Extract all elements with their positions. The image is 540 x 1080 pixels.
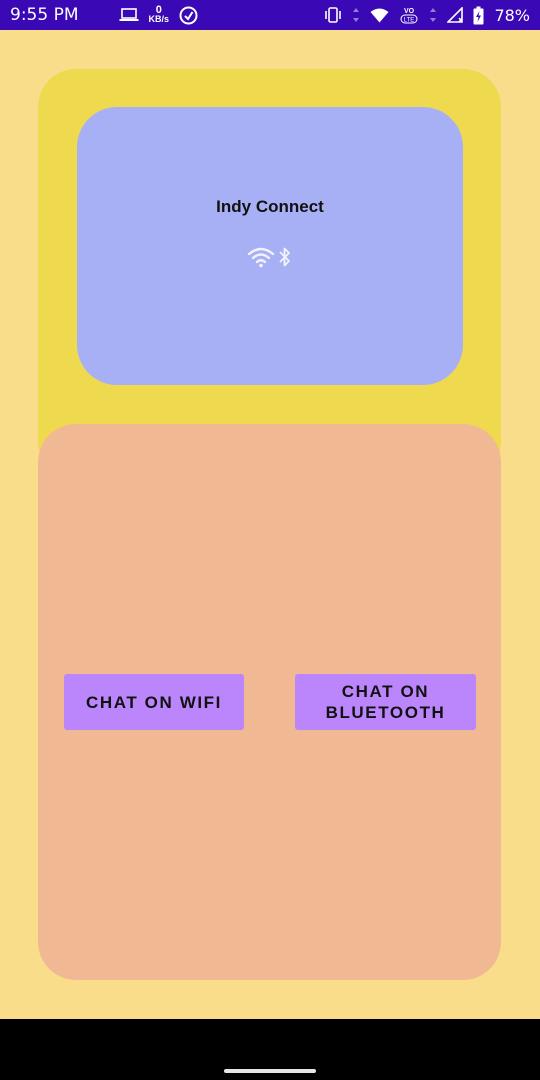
- status-time: 9:55 PM: [10, 5, 79, 25]
- signal-icon: [447, 7, 464, 23]
- bluetooth-icon: [277, 245, 293, 269]
- navigation-bar: [0, 1019, 540, 1080]
- wifi-icon: [247, 246, 275, 268]
- vibrate-icon: [324, 7, 342, 23]
- data-rate: 0 KB/s: [148, 5, 170, 24]
- data-rate-unit: KB/s: [148, 14, 170, 24]
- status-bar-right: VO LTE 78%: [324, 5, 530, 25]
- battery-percentage: 78%: [494, 5, 530, 25]
- connection-icons: [77, 245, 463, 269]
- chat-on-bluetooth-button[interactable]: CHAT ON BLUETOOTH: [295, 674, 476, 730]
- status-bar-left: 9:55 PM 0 KB/s: [10, 5, 198, 25]
- app-title: Indy Connect: [216, 197, 324, 216]
- data-arrows-icon: [429, 7, 437, 23]
- svg-text:LTE: LTE: [404, 18, 415, 24]
- battery-charging-icon: [473, 6, 484, 25]
- laptop-icon: [119, 8, 139, 22]
- wifi-icon: [370, 8, 389, 23]
- data-arrows-icon: [352, 7, 360, 23]
- chat-on-wifi-button[interactable]: CHAT ON WIFI: [64, 674, 244, 730]
- status-bar: 9:55 PM 0 KB/s VO LTE 78%: [0, 0, 540, 30]
- header-card: Indy Connect: [77, 107, 463, 385]
- home-gesture-handle[interactable]: [224, 1069, 316, 1073]
- data-saver-icon: [179, 6, 198, 25]
- svg-text:VO: VO: [404, 8, 415, 15]
- volte-icon: VO LTE: [399, 5, 419, 25]
